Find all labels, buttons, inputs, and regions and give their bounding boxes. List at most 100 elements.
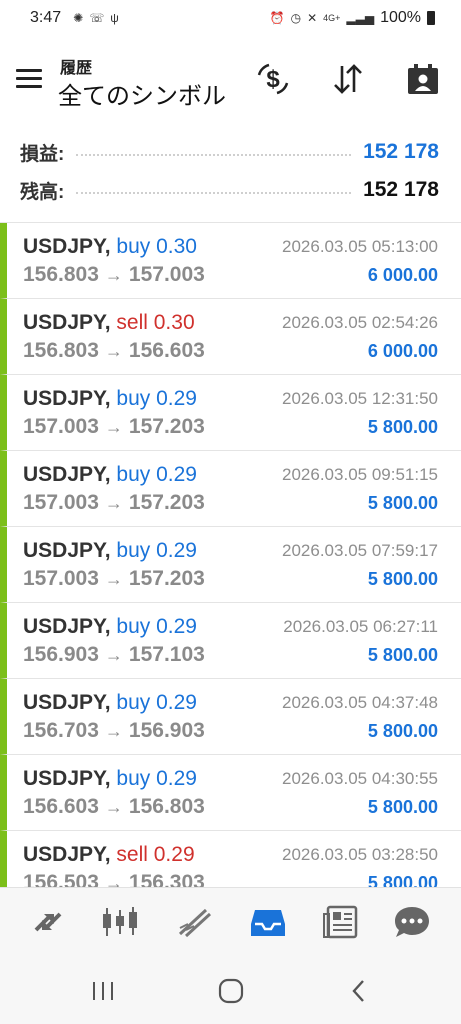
- balance-label: 残高:: [20, 181, 65, 203]
- deal-volume: 0.30: [153, 311, 195, 334]
- deal-volume: 0.29: [156, 691, 197, 714]
- deal-open-price: 156.703: [23, 719, 99, 742]
- arrow-right-icon: →: [104, 721, 123, 741]
- deal-symbol: USDJPY,: [23, 691, 111, 714]
- deal-profit: 5 800.00: [367, 873, 438, 887]
- deal-time: 2026.03.05 02:54:26: [282, 313, 438, 332]
- deposit-filter-icon[interactable]: $: [253, 59, 293, 99]
- deal-type: sell: [116, 311, 148, 334]
- deal-profit: 6 000.00: [367, 341, 438, 361]
- deal-open-price: 156.503: [23, 871, 99, 887]
- deal-open-price: 157.003: [23, 567, 99, 590]
- deal-open-price: 156.903: [23, 643, 99, 666]
- deal-symbol: USDJPY,: [23, 767, 111, 790]
- deal-row[interactable]: USDJPY, sell 0.29 156.503 → 156.303 2026.0…: [0, 831, 461, 887]
- deal-volume: 0.29: [156, 463, 197, 486]
- deal-volume: 0.29: [156, 387, 197, 410]
- deal-type: buy: [116, 463, 151, 486]
- signal-icon: ▂▃▅: [346, 11, 375, 25]
- deal-row[interactable]: USDJPY, sell 0.30 156.803 → 156.603 2026.0…: [0, 299, 461, 375]
- deal-time: 2026.03.05 07:59:17: [282, 541, 438, 560]
- deal-time: 2026.03.05 04:30:55: [282, 769, 438, 788]
- deals-list: USDJPY, buy 0.30 156.803 → 157.003 2026.03…: [0, 222, 461, 887]
- deal-row[interactable]: USDJPY, buy 0.29 157.003 → 157.203 2026.03…: [0, 451, 461, 527]
- arrow-right-icon: →: [104, 873, 123, 887]
- chart-icon[interactable]: [100, 902, 140, 942]
- menu-icon[interactable]: [16, 69, 42, 89]
- trade-icon[interactable]: [175, 902, 215, 942]
- deal-time: 2026.03.05 05:13:00: [282, 237, 438, 256]
- recent-apps-icon[interactable]: [88, 976, 118, 1006]
- sort-icon[interactable]: [328, 59, 368, 99]
- profit-label: 損益:: [20, 143, 65, 165]
- deal-volume: 0.29: [156, 767, 197, 790]
- deal-profit: 5 800.00: [367, 417, 438, 437]
- deal-row[interactable]: USDJPY, buy 0.30 156.803 → 157.003 2026.03…: [0, 223, 461, 299]
- deal-row[interactable]: USDJPY, buy 0.29 156.703 → 156.903 2026.03…: [0, 679, 461, 755]
- deal-profit: 6 000.00: [367, 265, 438, 285]
- arrow-right-icon: →: [104, 265, 123, 285]
- status-time: 3:47: [30, 9, 62, 26]
- deal-open-price: 156.803: [23, 339, 99, 362]
- arrow-right-icon: →: [104, 797, 123, 817]
- network-type-icon: 4G+: [323, 13, 341, 23]
- deal-type: sell: [116, 843, 148, 866]
- svg-text:$: $: [266, 66, 280, 93]
- quotes-icon[interactable]: [28, 902, 68, 942]
- deal-close-price: 156.903: [128, 719, 205, 742]
- deal-type: buy: [116, 691, 151, 714]
- deal-profit: 5 800.00: [367, 721, 438, 741]
- usb-icon: ψ: [110, 11, 119, 25]
- history-icon[interactable]: [248, 902, 288, 942]
- deal-profit: 5 800.00: [367, 645, 438, 665]
- arrow-right-icon: →: [104, 417, 123, 437]
- deal-close-price: 156.803: [128, 795, 205, 818]
- summary-panel: 損益: 152 178 残高: 152 178: [0, 134, 461, 218]
- deal-row[interactable]: USDJPY, buy 0.29 156.603 → 156.803 2026.03…: [0, 755, 461, 831]
- deal-profit: 5 800.00: [367, 797, 438, 817]
- weather-icon: ✺: [73, 11, 84, 25]
- deal-row[interactable]: USDJPY, buy 0.29 157.003 → 157.203 2026.03…: [0, 375, 461, 451]
- deal-open-price: 157.003: [23, 491, 99, 514]
- deal-type: buy: [116, 767, 151, 790]
- page-subtitle: 履歴: [60, 60, 93, 77]
- home-icon[interactable]: [216, 976, 246, 1006]
- deal-volume: 0.29: [156, 615, 197, 638]
- alarm-icon: ◷: [290, 11, 302, 25]
- chat-icon[interactable]: [392, 902, 432, 942]
- deal-volume: 0.30: [156, 235, 197, 258]
- deal-close-price: 157.203: [128, 567, 205, 590]
- wifi-call-icon: ☏: [89, 11, 105, 25]
- battery-icon: [427, 11, 435, 25]
- deal-close-price: 157.003: [128, 263, 205, 286]
- deal-close-price: 156.603: [128, 339, 205, 362]
- balance-value: 152 178: [363, 178, 439, 201]
- deal-close-price: 157.203: [128, 491, 205, 514]
- deal-symbol: USDJPY,: [23, 843, 111, 866]
- mute-icon: ✕: [307, 11, 318, 25]
- deal-close-price: 157.103: [128, 643, 205, 666]
- page-title[interactable]: 全てのシンボル: [58, 76, 226, 111]
- deal-symbol: USDJPY,: [23, 539, 111, 562]
- battery-percent: 100%: [380, 9, 421, 26]
- status-bar: 3:47 ✺ ☏ ψ ⏰ ◷ ✕ 4G+ ▂▃▅ 100%: [0, 0, 461, 36]
- period-calendar-icon[interactable]: [403, 59, 443, 99]
- back-icon[interactable]: [344, 976, 374, 1006]
- deal-time: 2026.03.05 03:28:50: [282, 845, 438, 864]
- dotted-leader: [76, 154, 352, 156]
- deal-time: 2026.03.05 04:37:48: [282, 693, 438, 712]
- system-navigation-bar: [0, 954, 461, 1024]
- deal-time: 2026.03.05 09:51:15: [282, 465, 438, 484]
- deal-symbol: USDJPY,: [23, 615, 111, 638]
- profit-row: 損益: 152 178: [20, 136, 439, 168]
- alarm-lock-icon: ⏰: [269, 11, 285, 25]
- deal-row[interactable]: USDJPY, buy 0.29 157.003 → 157.203 2026.03…: [0, 527, 461, 603]
- dotted-leader: [76, 192, 352, 194]
- deal-row[interactable]: USDJPY, buy 0.29 156.903 → 157.103 2026.03…: [0, 603, 461, 679]
- deal-close-price: 156.303: [128, 871, 205, 887]
- arrow-right-icon: →: [104, 341, 123, 361]
- deal-open-price: 156.803: [23, 263, 99, 286]
- deal-time: 2026.03.05 12:31:50: [282, 389, 438, 408]
- news-icon[interactable]: [321, 902, 361, 942]
- deal-type: buy: [116, 235, 151, 258]
